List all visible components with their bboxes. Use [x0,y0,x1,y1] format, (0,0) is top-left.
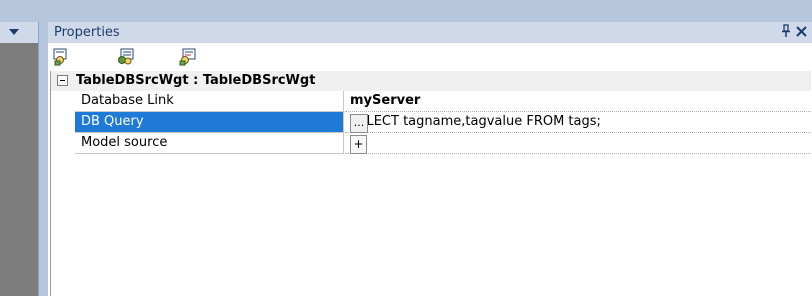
properties-title-bar: Properties [48,22,812,43]
left-panel-header [0,22,38,43]
dropdown-arrow-icon[interactable] [9,29,19,35]
category-label: TableDBSrcWgt : TableDBSrcWgt [76,73,316,88]
properties-panel: Properties TableDBSrcWgt : TableDBSrcWgt… [48,22,812,296]
categorized-view-icon[interactable] [53,48,71,66]
property-name: DB Query [81,114,144,129]
property-value[interactable]: myServer [350,93,420,108]
collapse-icon[interactable] [57,75,68,86]
property-row-database-link[interactable]: Database Link myServer [75,91,811,112]
panel-splitter[interactable] [38,22,39,296]
property-row-model-source[interactable]: Model source a + [75,133,811,154]
properties-toolbar [48,43,812,71]
property-name: Database Link [81,93,174,108]
property-name: Model source [81,135,168,150]
property-value[interactable]: SELECT tagname,tagvalue FROM tags; [350,114,601,129]
pin-icon[interactable] [779,24,793,40]
close-icon[interactable] [794,23,808,39]
properties-title: Properties [54,25,120,40]
property-pages-icon[interactable] [179,48,197,66]
add-button[interactable]: + [350,135,367,154]
property-grid: TableDBSrcWgt : TableDBSrcWgt Database L… [50,71,811,296]
category-row[interactable]: TableDBSrcWgt : TableDBSrcWgt [51,71,811,91]
property-row-db-query[interactable]: DB Query SELECT tagname,tagvalue FROM ta… [75,112,811,133]
left-panel-body [0,43,38,296]
browse-button[interactable]: ... [350,114,368,133]
alphabetical-view-icon[interactable] [117,48,135,66]
